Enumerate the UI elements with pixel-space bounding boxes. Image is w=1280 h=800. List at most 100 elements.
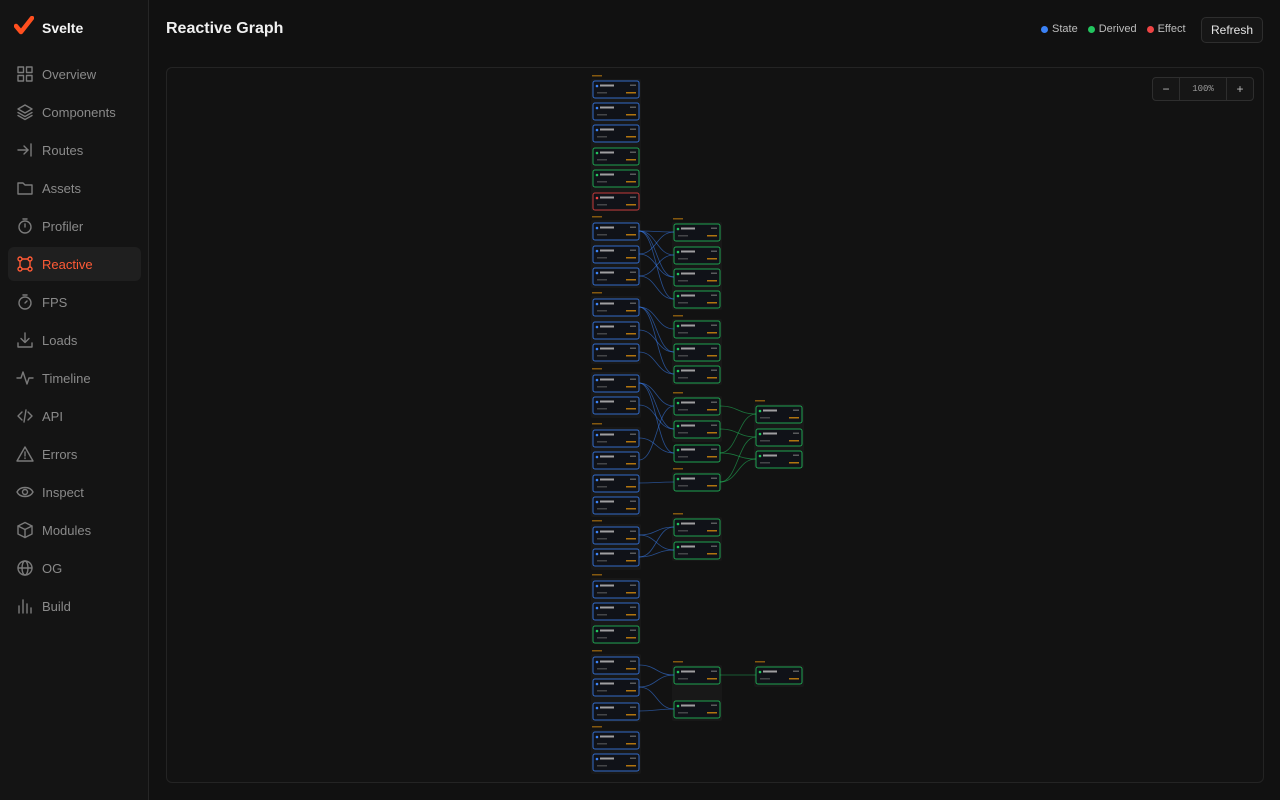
node-dot-icon [595,325,599,329]
node-kind-mark [630,584,636,586]
graph-edge [719,452,757,460]
node-dot-icon [595,173,599,177]
node-label-mark [600,249,614,252]
group-label-mark [673,661,683,663]
graph-canvas[interactable]: − 100% + [166,67,1264,783]
node-label-mark [681,424,695,427]
sidebar-item-overview[interactable]: Overview [8,57,141,91]
node-dot-icon [595,455,599,459]
node-kind-mark [711,522,717,524]
grid-icon [16,65,34,83]
node-dot-icon [676,545,680,549]
sidebar-item-assets[interactable]: Assets [8,171,141,205]
node-label-mark [600,735,614,738]
node-meta-mark [760,440,770,442]
derived-dot-icon [1087,25,1095,33]
node-meta-mark [597,310,607,312]
node-dot-icon [595,347,599,351]
sidebar-item-routes[interactable]: Routes [8,133,141,167]
sidebar-item-build[interactable]: Build [8,589,141,623]
sidebar-item-modules[interactable]: Modules [8,513,141,547]
sidebar-item-profiler[interactable]: Profiler [8,209,141,243]
reactive-graph [591,75,804,774]
node-kind-mark [630,84,636,86]
node-meta-mark [678,377,688,379]
legend-label: Derived [1098,23,1137,35]
node-kind-mark [630,606,636,608]
sidebar-item-label: Build [42,598,71,614]
graph-node [592,548,640,567]
node-kind-mark [711,324,717,326]
eye-icon [16,483,34,501]
group-label-mark [592,650,602,652]
group-label-mark [592,292,602,294]
graph-edge [638,404,675,430]
node-meta-mark [597,463,607,465]
refresh-button[interactable]: Refresh [1201,17,1263,43]
graph-edge [638,329,675,353]
node-label-mark [600,173,614,176]
node-dot-icon [595,128,599,132]
sidebar-item-og[interactable]: OG [8,551,141,585]
node-kind-mark [711,545,717,547]
node-label-mark [600,757,614,760]
graph-node [673,444,721,463]
sidebar-item-label: FPS [42,294,68,310]
node-meta-mark [597,714,607,716]
node-label-mark [600,606,614,609]
sidebar-item-label: Assets [42,180,82,196]
sidebar-item-errors[interactable]: Errors [8,437,141,471]
node-value-mark [626,408,636,410]
sidebar-item-label: Reactive [42,256,93,272]
node-dot-icon [595,84,599,88]
graph-edge [638,351,675,375]
node-value-mark [626,560,636,562]
node-dot-icon [676,401,680,405]
sidebar-item-timeline[interactable]: Timeline [8,361,141,395]
node-value-mark [707,456,717,458]
node-label-mark [681,272,695,275]
node-dot-icon [676,704,680,708]
node-value-mark [626,257,636,259]
group-label-mark [592,520,602,522]
node-kind-mark [630,400,636,402]
graph-node [592,429,640,448]
node-label-mark [763,454,777,457]
node-label-mark [600,552,614,555]
node-kind-mark [711,272,717,274]
node-label-mark [681,545,695,548]
node-kind-mark [630,151,636,153]
graph-edge [638,708,675,712]
sidebar-item-components[interactable]: Components [8,95,141,129]
sidebar-item-reactive[interactable]: Reactive [8,247,141,281]
sidebar-item-fps[interactable]: FPS [8,285,141,319]
graph-node [673,700,721,719]
sidebar-item-loads[interactable]: Loads [8,323,141,357]
node-kind-mark [711,670,717,672]
node-label-mark [600,433,614,436]
node-meta-mark [597,408,607,410]
timer-icon [16,217,34,235]
sidebar-item-api[interactable]: API [8,399,141,433]
sidebar-item-label: Inspect [42,484,84,500]
node-dot-icon [595,271,599,275]
node-kind-mark [793,432,799,434]
node-value-mark [626,690,636,692]
node-value-mark [626,386,636,388]
node-value-mark [626,614,636,616]
node-kind-mark [711,477,717,479]
node-meta-mark [678,485,688,487]
brand[interactable]: Svelte [13,15,83,39]
sidebar-item-inspect[interactable]: Inspect [8,475,141,509]
node-label-mark [600,660,614,663]
node-dot-icon [676,250,680,254]
node-meta-mark [678,530,688,532]
node-value-mark [626,592,636,594]
node-kind-mark [711,347,717,349]
node-meta-mark [597,592,607,594]
node-label-mark [600,706,614,709]
graph-node [592,245,640,264]
node-label-mark [681,347,695,350]
graph-node [673,320,721,339]
node-label-mark [600,302,614,305]
